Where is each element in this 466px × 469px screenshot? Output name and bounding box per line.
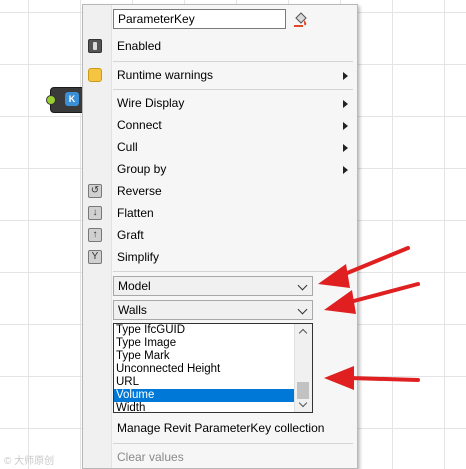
menu-item-label: Simplify [117, 250, 160, 264]
menu-item-simplify[interactable]: Y Simplify [83, 246, 357, 268]
scroll-up-icon[interactable] [298, 328, 308, 338]
reverse-icon: ↺ [88, 184, 102, 198]
list-item[interactable]: Unconnected Height [114, 363, 295, 376]
menu-item-reverse[interactable]: ↺ Reverse [83, 180, 357, 202]
model-dropdown-value: Model [118, 279, 151, 293]
list-item[interactable]: Width [114, 402, 295, 412]
menu-item-label: Connect [117, 118, 162, 132]
menu-item-label: Flatten [117, 206, 154, 220]
flatten-icon: ↓ [88, 206, 102, 220]
submenu-arrow-icon [343, 72, 348, 80]
menu-item-label: Group by [117, 162, 167, 176]
menu-separator [113, 271, 353, 272]
menu-item-label: Wire Display [117, 96, 185, 110]
category-dropdown-value: Walls [118, 303, 147, 317]
menu-item-label: Clear values [117, 450, 184, 464]
parameter-key-name-input[interactable] [113, 9, 286, 29]
menu-separator [113, 89, 353, 90]
scroll-down-icon[interactable] [298, 398, 308, 408]
menu-item-label: Manage Revit ParameterKey collection [117, 421, 325, 435]
watermark: © 大师原创 [4, 456, 55, 467]
menu-separator [113, 61, 353, 62]
input-grip[interactable] [46, 95, 56, 105]
warning-icon [88, 68, 102, 82]
listbox-scrollbar[interactable] [294, 324, 312, 412]
list-item[interactable]: URL [114, 376, 295, 389]
list-item[interactable]: Type Image [114, 337, 295, 350]
menu-item-enabled[interactable]: Enabled [83, 35, 357, 57]
menu-item-manage-collection[interactable]: Manage Revit ParameterKey collection [83, 417, 357, 439]
enabled-icon [88, 39, 102, 53]
menu-separator [113, 443, 353, 444]
list-item[interactable]: Type Mark [114, 350, 295, 363]
menu-item-cull[interactable]: Cull [83, 136, 357, 158]
submenu-arrow-icon [343, 144, 348, 152]
menu-item-connect[interactable]: Connect [83, 114, 357, 136]
menu-item-wire-display[interactable]: Wire Display [83, 92, 357, 114]
context-menu: Enabled Runtime warnings Wire Display Co… [82, 4, 358, 469]
chevron-down-icon [297, 280, 308, 291]
menu-item-label: Cull [117, 140, 138, 154]
menu-item-runtime-warnings[interactable]: Runtime warnings [83, 64, 357, 86]
submenu-arrow-icon [343, 166, 348, 174]
category-dropdown[interactable]: Walls [113, 300, 313, 320]
menu-item-flatten[interactable]: ↓ Flatten [83, 202, 357, 224]
menu-item-label: Enabled [117, 39, 162, 53]
submenu-arrow-icon [343, 100, 348, 108]
menu-item-graft[interactable]: ↑ Graft [83, 224, 357, 246]
list-item-selected[interactable]: Volume [114, 389, 295, 402]
parameter-listbox[interactable]: Type IfcGUID Type Image Type Mark Unconn… [113, 323, 313, 413]
menu-item-label: Runtime warnings [117, 68, 214, 82]
submenu-arrow-icon [343, 122, 348, 130]
model-dropdown[interactable]: Model [113, 276, 313, 296]
component-badge: K [65, 92, 79, 106]
menu-item-label: Graft [117, 228, 144, 242]
graft-icon: ↑ [88, 228, 102, 242]
chevron-down-icon [297, 304, 308, 315]
paint-bucket-icon[interactable] [293, 12, 309, 28]
menu-item-label: Reverse [117, 184, 162, 198]
scroll-thumb[interactable] [297, 382, 309, 399]
menu-item-group-by[interactable]: Group by [83, 158, 357, 180]
list-item[interactable]: Type IfcGUID [114, 324, 295, 337]
menu-item-clear-values: Clear values [83, 446, 357, 468]
simplify-icon: Y [88, 250, 102, 264]
